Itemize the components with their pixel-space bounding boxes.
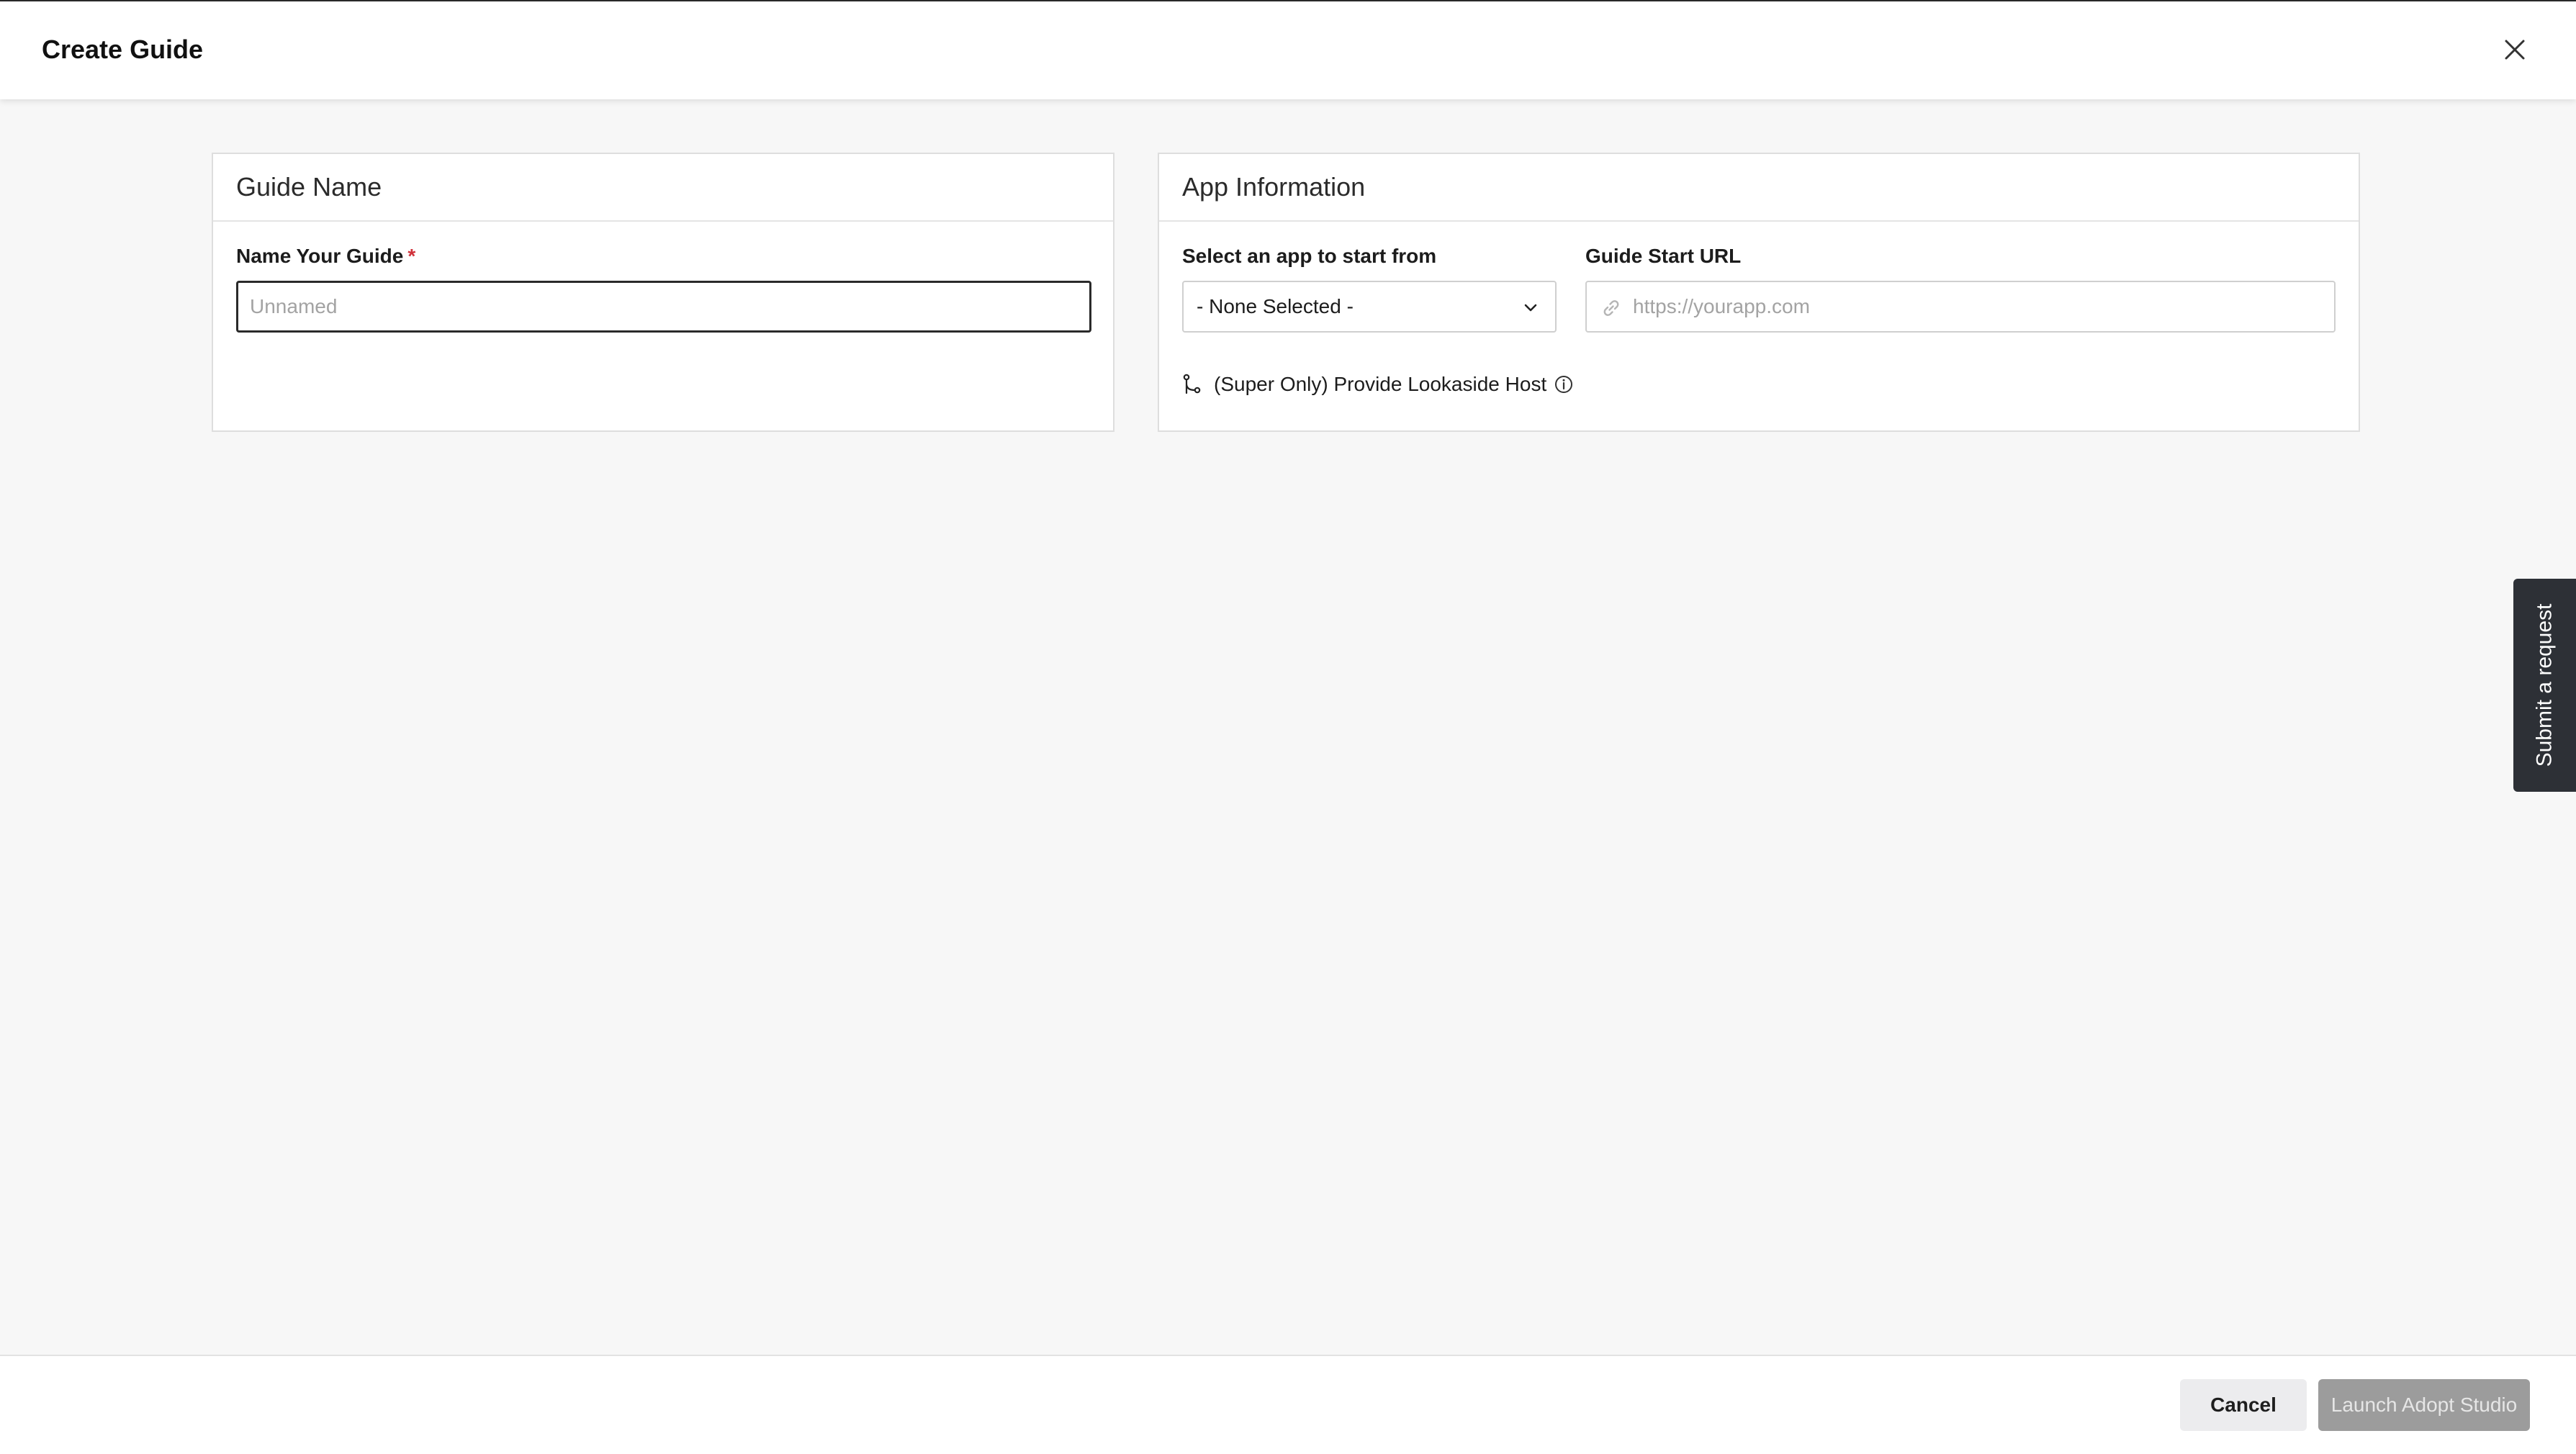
guide-name-label: Name Your Guide * <box>236 245 415 268</box>
link-icon <box>1603 300 1619 316</box>
cancel-button[interactable]: Cancel <box>2180 1379 2307 1431</box>
close-icon <box>2505 40 2525 60</box>
info-icon[interactable] <box>1554 374 1574 394</box>
app-select-label: Select an app to start from <box>1182 245 1437 267</box>
app-information-heading: App Information <box>1182 172 1366 202</box>
submit-request-tab[interactable]: Submit a request <box>2513 579 2576 792</box>
app-select-dropdown[interactable]: - None Selected - <box>1182 281 1557 333</box>
app-information-card: App Information Select an app to start f… <box>1158 153 2360 432</box>
lookaside-host-toggle[interactable]: (Super Only) Provide Lookaside Host <box>1182 370 1574 399</box>
start-url-label: Guide Start URL <box>1585 245 1742 267</box>
app-select-value: - None Selected - <box>1197 295 1354 317</box>
page-title: Create Guide <box>42 35 204 64</box>
guide-name-card: Guide Name Name Your Guide * <box>212 153 1114 432</box>
guide-name-heading: Guide Name <box>236 172 382 202</box>
start-url-input[interactable] <box>1633 282 2324 331</box>
guide-name-input[interactable] <box>236 281 1091 333</box>
launch-adopt-studio-button[interactable]: Launch Adopt Studio <box>2318 1379 2530 1431</box>
dialog-footer: Cancel Launch Adopt Studio <box>0 1355 2576 1454</box>
close-button[interactable] <box>2498 33 2531 66</box>
chevron-down-icon <box>1524 304 1537 312</box>
guide-name-card-header: Guide Name <box>213 154 1113 222</box>
guide-name-label-text: Name Your Guide <box>236 245 404 267</box>
branch-icon <box>1183 374 1201 394</box>
dialog-header: Create Guide <box>0 1 2576 99</box>
app-information-card-header: App Information <box>1159 154 2359 222</box>
lookaside-host-label: (Super Only) Provide Lookaside Host <box>1214 373 1547 395</box>
submit-request-label: Submit a request <box>2532 603 2557 767</box>
start-url-field[interactable] <box>1585 281 2336 333</box>
required-marker: * <box>407 245 416 267</box>
